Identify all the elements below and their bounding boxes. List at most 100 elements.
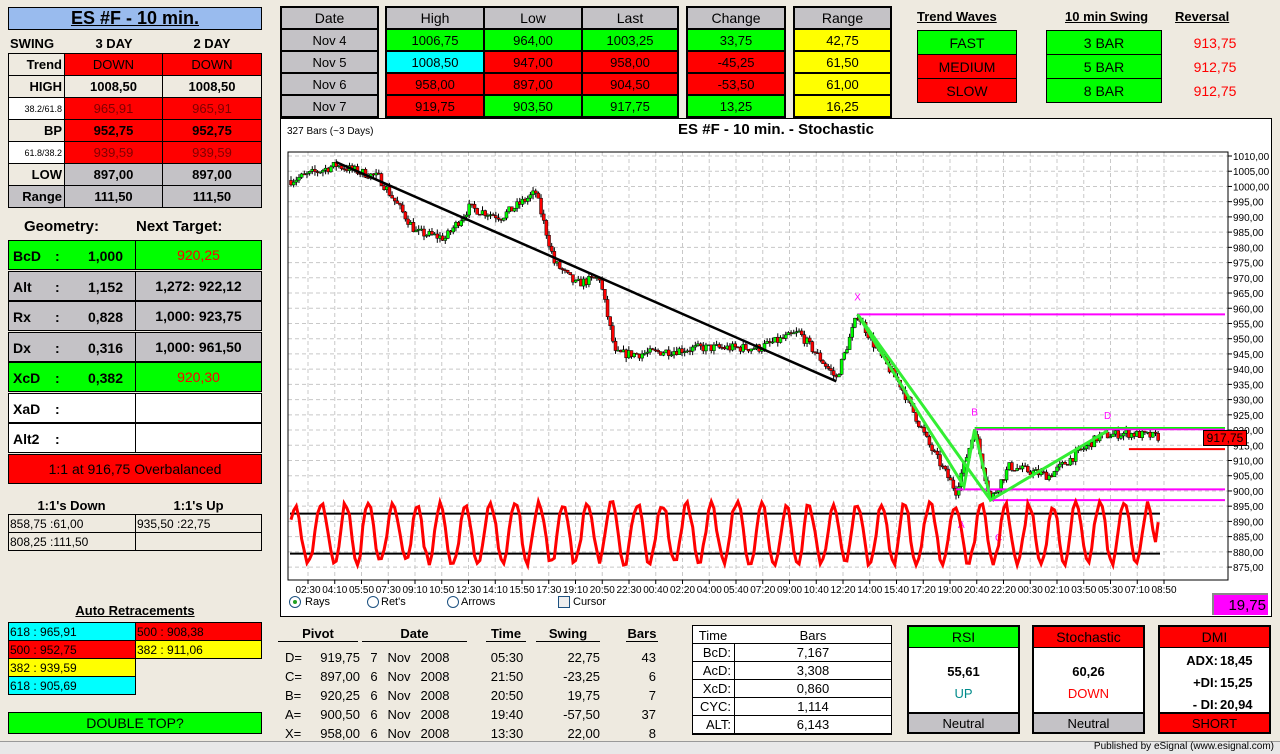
candle [1055, 466, 1059, 472]
radio-icon [447, 596, 459, 608]
y-tick-label: 935,00 [1233, 380, 1264, 391]
y-tick-label: 980,00 [1233, 243, 1264, 254]
pivot-mon: Nov [387, 649, 411, 665]
candle [1156, 433, 1160, 441]
pivot-time: 21:50 [490, 668, 524, 684]
candle [845, 349, 849, 354]
candle [956, 486, 961, 496]
y-tick-label: 990,00 [1233, 213, 1264, 224]
y-tick-label: 905,00 [1233, 472, 1264, 483]
candle [603, 289, 607, 300]
stochastic-value-box: 19,75 [1212, 593, 1268, 615]
xabcd-pattern[interactable] [856, 313, 1109, 503]
rsi-direction: UP [954, 685, 973, 701]
pivot-bars: 7 [648, 687, 656, 703]
candle [443, 237, 448, 241]
candle [914, 412, 918, 422]
x-tick-label: 03:50 [1071, 585, 1096, 596]
x-tick-label: 10:50 [429, 585, 454, 596]
cursor-checkbox[interactable]: Cursor [558, 596, 606, 608]
y-tick-label: 925,00 [1233, 411, 1264, 422]
candle [549, 245, 554, 252]
status-bar [0, 741, 1280, 754]
x-tick-label: 20:40 [964, 585, 989, 596]
x-tick-label: 14:10 [483, 585, 508, 596]
dmi-panel: DMI ADX: 18,45 +DI: 15,25- DI: 20,94 SHORT [1158, 625, 1271, 734]
radio-rets[interactable]: Ret's [367, 596, 406, 608]
bars-header: Bars [799, 627, 827, 643]
retracement-level: 618 : 905,69 [8, 676, 136, 695]
price-chart[interactable]: 1010,00 1005,00 1000,00 995,00 990,00 985,00 9… [0, 0, 1280, 620]
candle [818, 352, 823, 361]
y-tick-label: 1005,00 [1233, 167, 1270, 178]
pivot-name: D= [285, 649, 302, 665]
x-tick-label: 15:40 [884, 585, 909, 596]
pivot-mon: Nov [387, 668, 411, 684]
stoch-value: 60,26 [1072, 663, 1105, 679]
candle [717, 344, 722, 348]
trendline[interactable] [335, 160, 837, 383]
candle [924, 431, 929, 437]
candle [512, 208, 517, 212]
candle [640, 353, 644, 359]
time-key: BcD: [692, 643, 735, 662]
pivot-swing: 19,75 [567, 687, 600, 703]
candle [307, 171, 312, 174]
x-tick-label: 02:30 [295, 585, 320, 596]
candle [1111, 433, 1115, 438]
candle [1073, 450, 1078, 462]
time-key: XcD: [692, 679, 735, 698]
dmi-adx-label: ADX: [1186, 652, 1218, 668]
stoch-status: Neutral [1034, 712, 1143, 732]
x-tick-label: 17:20 [911, 585, 936, 596]
retracement-level: 382 : 939,59 [8, 658, 136, 677]
candle [744, 344, 748, 350]
y-tick-label: 910,00 [1233, 457, 1264, 468]
radio-icon [367, 596, 379, 608]
candle [826, 366, 831, 369]
stochastic-line [289, 496, 1160, 571]
y-tick-label: 965,00 [1233, 289, 1264, 300]
candle [922, 427, 926, 433]
radio-rays[interactable]: Rays [289, 596, 330, 608]
pivot-bars: 43 [641, 649, 656, 665]
candle [459, 220, 463, 226]
dmi-mdi-label: - DI: [1192, 696, 1218, 712]
candle [948, 477, 953, 481]
candle [831, 370, 836, 376]
pivot-header-swing: Swing [536, 626, 600, 642]
candle [483, 210, 487, 216]
pivot-price: 920,25 [320, 687, 360, 703]
pattern-banner: DOUBLE TOP? [8, 712, 262, 734]
y-tick-label: 875,00 [1233, 563, 1264, 574]
candle [502, 217, 506, 221]
candle [533, 190, 538, 194]
pivot-bars: 6 [648, 668, 656, 684]
candle [613, 340, 618, 351]
candle [823, 363, 828, 367]
candle [291, 181, 296, 186]
candle [392, 197, 397, 202]
pivot-label-d: D [1104, 411, 1111, 422]
candle [930, 444, 934, 451]
pivot-name: C= [285, 668, 302, 684]
x-tick-label: 22:30 [616, 585, 641, 596]
candle [329, 166, 333, 173]
candle [690, 346, 695, 352]
x-tick-label: 07:20 [750, 585, 775, 596]
candle [504, 211, 509, 219]
candle [297, 177, 301, 181]
candle [1063, 462, 1067, 465]
candle [837, 374, 841, 378]
dmi-pdi-label: +DI: [1193, 674, 1218, 690]
cursor-label: Cursor [573, 596, 607, 608]
candle [536, 192, 541, 199]
y-tick-label: 945,00 [1233, 350, 1264, 361]
pivot-header-time: Time [486, 626, 526, 642]
time-header: Time [698, 627, 728, 643]
pivot-mon: Nov [387, 706, 411, 722]
y-tick-label: 930,00 [1233, 396, 1264, 407]
radio-arrows[interactable]: Arrows [447, 596, 495, 608]
pivot-price: 958,00 [320, 725, 360, 741]
pivot-swing: 22,00 [567, 725, 600, 741]
